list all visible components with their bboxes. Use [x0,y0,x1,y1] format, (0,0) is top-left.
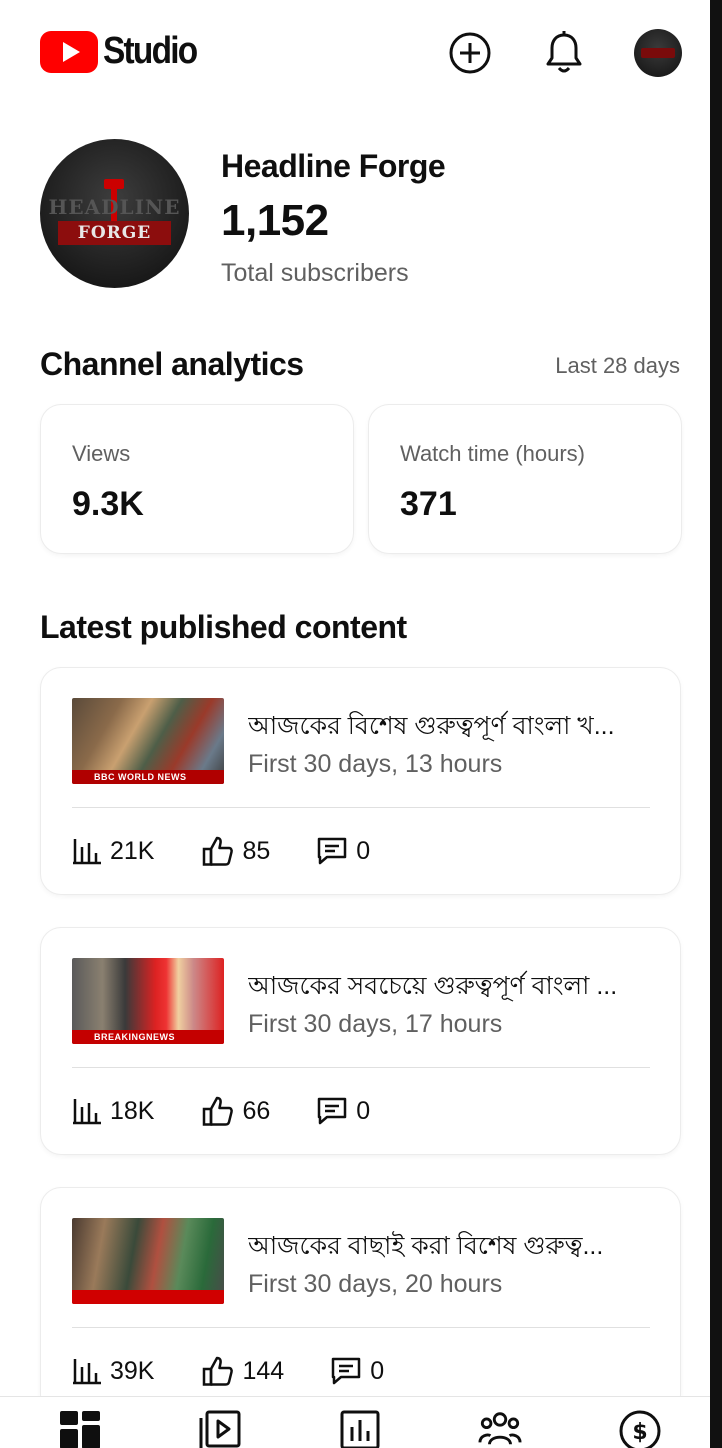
comments-stat: 0 [330,1356,384,1386]
video-title[interactable]: আজকের বিশেষ গুরুত্বপূর্ণ বাংলা খ... [248,706,658,749]
likes-stat: 144 [202,1356,284,1386]
likes-count: 85 [242,836,271,865]
video-stats: 18K 66 0 [72,1096,370,1126]
video-thumbnail[interactable] [72,1218,224,1304]
community-icon[interactable] [478,1409,522,1448]
divider [72,1067,650,1068]
studio-screen: Studio HEADLINE FORGE Headline Forge 1,1… [0,0,710,1448]
video-title[interactable]: আজকের সবচেয়ে গুরুত্বপূর্ণ বাংলা ... [248,966,658,1009]
video-meta: First 30 days, 20 hours [248,1270,503,1298]
video-thumbnail[interactable]: BBC WORLD NEWS [72,698,224,784]
dashboard-icon[interactable] [58,1409,102,1448]
likes-count: 144 [242,1356,285,1385]
subscriber-label: Total subscribers [221,259,409,287]
views-card[interactable]: Views 9.3K [41,405,353,553]
thumbnail-band [72,1290,224,1304]
comments-stat: 0 [316,1096,370,1126]
latest-content-title: Latest published content [40,609,407,645]
content-card[interactable]: আজকের বাছাই করা বিশেষ গুরুত্ব... First 3… [41,1188,680,1414]
earn-icon[interactable]: $ [618,1409,662,1448]
comment-icon [318,1097,347,1125]
thumbnail-band-text: BBC WORLD NEWS [94,772,187,782]
notifications-icon[interactable] [541,30,587,76]
comments-count: 0 [356,1096,371,1125]
avatar-text-bottom: FORGE [58,221,171,245]
analytics-icon[interactable] [338,1409,382,1448]
divider [72,1327,650,1328]
divider [72,807,650,808]
views-stat: 18K [72,1097,154,1126]
svg-text:$: $ [632,1420,647,1445]
content-card[interactable]: BBC WORLD NEWS আজকের বিশেষ গুরুত্বপূর্ণ … [41,668,680,894]
studio-logo[interactable]: Studio [40,30,209,73]
subscriber-count: 1,152 [221,196,329,245]
screen-edge [710,0,722,1448]
views-label: Views [72,441,131,466]
channel-name: Headline Forge [221,148,446,184]
bar-chart-icon [73,839,101,865]
thumbnail-band-text: BREAKINGNEWS [94,1032,176,1042]
comment-icon [318,837,347,865]
views-count: 18K [110,1096,155,1125]
comments-stat: 0 [316,836,370,866]
content-card[interactable]: BREAKINGNEWS আজকের সবচেয়ে গুরুত্বপূর্ণ … [41,928,680,1154]
video-title[interactable]: আজকের বাছাই করা বিশেষ গুরুত্ব... [248,1226,658,1269]
analytics-title: Channel analytics [40,346,304,382]
video-meta: First 30 days, 13 hours [248,750,503,778]
comments-count: 0 [370,1356,385,1385]
thumbs-up-icon [203,836,234,866]
create-icon[interactable] [447,30,493,76]
watch-time-card[interactable]: Watch time (hours) 371 [369,405,681,553]
watch-time-value: 371 [400,485,457,523]
account-avatar[interactable] [634,29,682,77]
bar-chart-icon [73,1099,101,1125]
views-stat: 21K [72,837,154,866]
video-stats: 39K 144 0 [72,1356,384,1386]
likes-stat: 66 [202,1096,270,1126]
thumbs-up-icon [203,1096,234,1126]
thumbs-up-icon [203,1356,234,1386]
likes-stat: 85 [202,836,270,866]
video-meta: First 30 days, 17 hours [248,1010,503,1038]
watch-time-label: Watch time (hours) [400,441,586,466]
views-count: 21K [110,836,155,865]
likes-count: 66 [242,1096,271,1125]
logo-text: Studio [103,30,198,72]
bottom-navigation: $ [0,1396,710,1448]
views-value: 9.3K [72,485,144,523]
youtube-play-icon [40,30,98,73]
views-stat: 39K [72,1357,154,1386]
video-stats: 21K 85 0 [72,836,370,866]
analytics-period: Last 28 days [555,353,680,378]
comment-icon [331,1357,361,1385]
comments-count: 0 [356,836,371,865]
views-count: 39K [110,1356,155,1385]
bar-chart-icon [73,1359,101,1385]
top-app-bar: Studio [0,0,710,110]
content-icon[interactable] [198,1409,242,1448]
video-thumbnail[interactable]: BREAKINGNEWS [72,958,224,1044]
channel-avatar[interactable]: HEADLINE FORGE [40,139,189,288]
avatar-text-top: HEADLINE [48,195,181,219]
